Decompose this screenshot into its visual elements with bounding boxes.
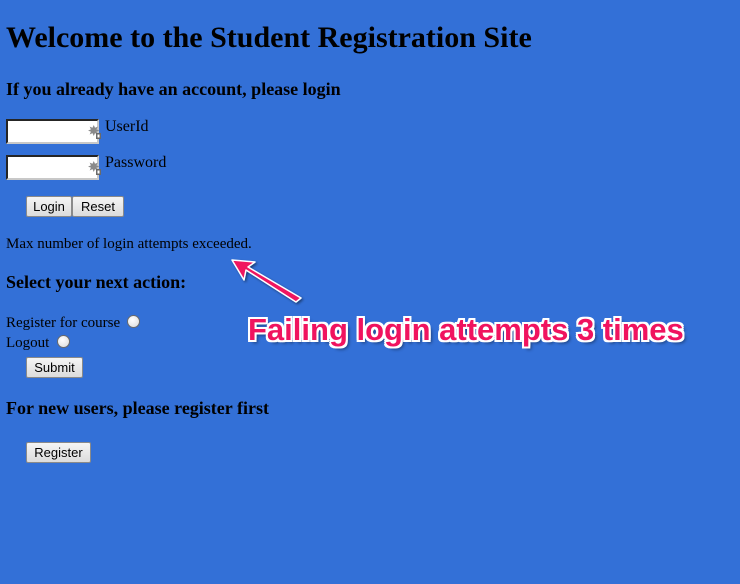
register-course-option[interactable]: Register for course — [6, 314, 141, 332]
register-course-label: Register for course — [6, 315, 121, 331]
key-icon — [88, 160, 101, 175]
password-label: Password — [105, 154, 167, 171]
page-title: Welcome to the Student Registration Site — [6, 21, 532, 54]
annotation-callout: Failing login attempts 3 times — [248, 312, 684, 347]
next-action-heading: Select your next action: — [6, 272, 187, 292]
register-course-radio[interactable] — [127, 315, 141, 328]
reset-button[interactable]: Reset — [72, 196, 124, 217]
login-button[interactable]: Login — [26, 196, 72, 217]
login-status-message: Max number of login attempts exceeded. — [6, 236, 252, 252]
logout-radio[interactable] — [57, 335, 71, 348]
login-heading: If you already have an account, please l… — [6, 79, 341, 99]
new-user-heading: For new users, please register first — [6, 398, 269, 418]
registration-page: Welcome to the Student Registration Site… — [0, 0, 740, 584]
annotation-arrow-icon — [231, 259, 302, 303]
userid-input[interactable] — [6, 119, 99, 144]
key-icon — [88, 124, 101, 139]
register-button[interactable]: Register — [26, 442, 91, 463]
logout-option[interactable]: Logout — [6, 334, 71, 352]
logout-label: Logout — [6, 335, 50, 351]
userid-label: UserId — [105, 118, 149, 135]
password-input[interactable] — [6, 155, 99, 180]
submit-button[interactable]: Submit — [26, 357, 83, 378]
